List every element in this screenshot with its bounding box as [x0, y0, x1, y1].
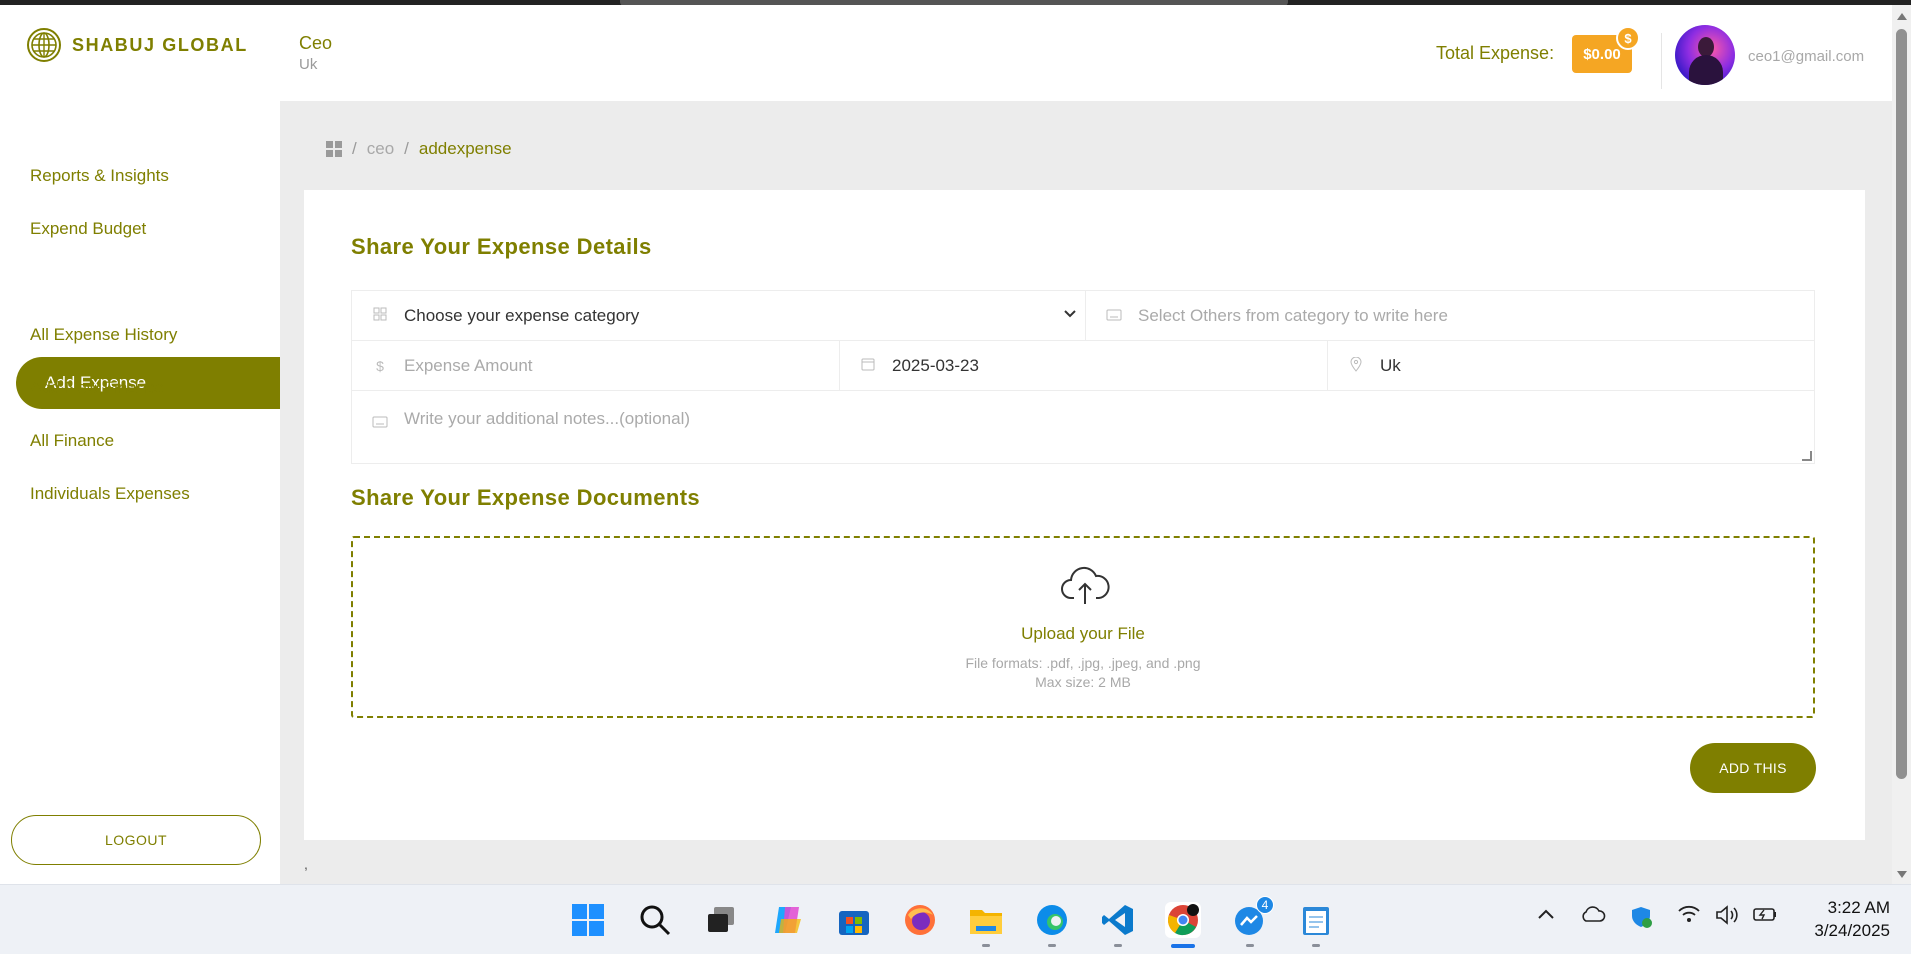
location-input[interactable]: Uk [1328, 341, 1814, 390]
calendar-icon [860, 357, 876, 374]
globe-icon [27, 28, 61, 62]
windows-taskbar: 4 3:22 AM 3/24/2025 [0, 884, 1911, 954]
notes-placeholder: Write your additional notes...(optional) [404, 409, 691, 428]
user-email: ceo1@gmail.com [1748, 48, 1865, 65]
breadcrumb-separator: / [404, 139, 409, 158]
others-input[interactable]: Select Others from category to write her… [1086, 291, 1814, 340]
brand[interactable]: SHABUJ GLOBAL [26, 27, 248, 63]
upload-dropzone[interactable]: Upload your File File formats: .pdf, .jp… [351, 536, 1815, 718]
microsoft-store-icon[interactable] [836, 902, 872, 938]
category-value: Choose your expense category [404, 305, 640, 325]
scroll-down-icon[interactable] [1897, 871, 1907, 878]
chevron-up-icon[interactable] [1537, 905, 1555, 926]
details-section-title: Share Your Expense Details [351, 234, 652, 259]
taskbar-active-indicator [1171, 944, 1195, 948]
stray-text: , [304, 856, 308, 872]
documents-section-title: Share Your Expense Documents [351, 485, 701, 510]
taskbar-running-indicator [1312, 944, 1320, 947]
role-block: Ceo Uk [299, 33, 332, 73]
defender-shield-icon[interactable] [1630, 905, 1654, 934]
expense-card: Share Your Expense Details Choose your e… [304, 190, 1865, 840]
role-subtitle: Uk [299, 56, 318, 73]
sidebar-item-expense-history[interactable]: All Expense History [30, 325, 177, 345]
system-clock[interactable]: 3:22 AM 3/24/2025 [1790, 896, 1890, 942]
upload-title: Upload your File [1021, 624, 1145, 643]
volume-icon[interactable] [1715, 905, 1741, 930]
notepad-icon[interactable] [1298, 902, 1334, 938]
amount-input[interactable]: $ Expense Amount [352, 341, 840, 390]
page-scrollbar[interactable] [1892, 5, 1911, 884]
messenger-badge: 4 [1256, 896, 1274, 914]
sidebar: Reports & Insights Expend Budget Add Exp… [0, 101, 280, 884]
onedrive-icon[interactable] [1580, 905, 1606, 928]
scroll-thumb[interactable] [1896, 29, 1907, 779]
clock-time: 3:22 AM [1827, 898, 1890, 917]
date-value: 2025-03-23 [892, 355, 979, 375]
logout-button[interactable]: LOGOUT [11, 815, 261, 865]
taskbar-running-indicator [982, 944, 990, 947]
notes-textarea[interactable]: Write your additional notes...(optional) [352, 391, 1814, 463]
add-expense-button[interactable]: ADD THIS [1690, 743, 1816, 793]
grid-icon [372, 307, 388, 324]
search-icon[interactable] [637, 902, 673, 938]
file-explorer-icon[interactable] [968, 902, 1004, 938]
date-input[interactable]: 2025-03-23 [840, 341, 1328, 390]
sidebar-item-add-finance[interactable]: Add New Finance [30, 378, 164, 398]
brand-name: SHABUJ GLOBAL [72, 34, 248, 55]
dashboard-icon[interactable] [326, 141, 342, 157]
avatar-body [1689, 55, 1723, 85]
location-value: Uk [1380, 355, 1401, 375]
edge-icon[interactable] [1034, 902, 1070, 938]
expense-form: Choose your expense category Select Othe… [351, 290, 1815, 464]
main-content: / ceo / addexpense Share Your Expense De… [280, 101, 1892, 884]
taskbar-running-indicator [1114, 944, 1122, 947]
keyboard-icon [372, 415, 388, 431]
form-row-category: Choose your expense category Select Othe… [352, 291, 1814, 341]
task-view-icon[interactable] [703, 902, 739, 938]
total-expense-value: $0.00 [1583, 45, 1621, 63]
scroll-up-icon[interactable] [1897, 13, 1907, 20]
breadcrumb-current: addexpense [418, 139, 512, 158]
sidebar-item-reports[interactable]: Reports & Insights [30, 166, 169, 186]
total-expense-label: Total Expense: [1436, 43, 1555, 63]
chrome-icon[interactable] [1165, 902, 1201, 938]
location-pin-icon [1348, 356, 1364, 375]
breadcrumb-ceo[interactable]: ceo [367, 139, 394, 159]
total-expense-badge: $0.00 $ [1572, 26, 1640, 73]
coin-icon: $ [1616, 26, 1640, 50]
header-divider [1661, 33, 1662, 89]
taskbar-running-indicator [1246, 944, 1254, 947]
windows-start-icon[interactable] [570, 902, 606, 938]
avatar[interactable] [1675, 25, 1735, 85]
messenger-icon[interactable]: 4 [1232, 896, 1274, 938]
form-row-amount: $ Expense Amount 2025-03-23 Uk [352, 341, 1814, 391]
sidebar-item-expend-budget[interactable]: Expend Budget [30, 219, 146, 239]
resize-handle-icon[interactable] [1802, 451, 1812, 461]
amount-placeholder: Expense Amount [404, 355, 533, 375]
copilot-icon[interactable] [770, 902, 806, 938]
others-placeholder: Select Others from category to write her… [1138, 305, 1448, 325]
clock-date: 3/24/2025 [1814, 921, 1890, 940]
app-header: SHABUJ GLOBAL Ceo Uk Total Expense: $0.0… [0, 5, 1892, 101]
form-row-notes: Write your additional notes...(optional) [352, 391, 1814, 463]
taskbar-running-indicator [1048, 944, 1056, 947]
avatar-head [1698, 37, 1714, 57]
battery-icon[interactable] [1752, 905, 1778, 928]
sidebar-item-all-finance[interactable]: All Finance [30, 431, 114, 451]
dollar-icon: $ [376, 357, 384, 374]
category-select[interactable]: Choose your expense category [352, 291, 1086, 340]
wifi-icon[interactable] [1677, 905, 1701, 928]
chevron-down-icon [1064, 310, 1076, 318]
role-title: Ceo [299, 33, 333, 53]
upload-max-size: Max size: 2 MB [1035, 674, 1131, 690]
keyboard-icon [1106, 308, 1122, 324]
firefox-icon[interactable] [902, 902, 938, 938]
cloud-upload-icon [1061, 566, 1110, 604]
breadcrumb-separator: / [352, 139, 357, 158]
sidebar-item-individuals-expenses[interactable]: Individuals Expenses [30, 484, 190, 504]
breadcrumb: / ceo / addexpense [326, 139, 512, 159]
vscode-icon[interactable] [1100, 902, 1136, 938]
upload-formats: File formats: .pdf, .jpg, .jpeg, and .pn… [965, 655, 1201, 671]
